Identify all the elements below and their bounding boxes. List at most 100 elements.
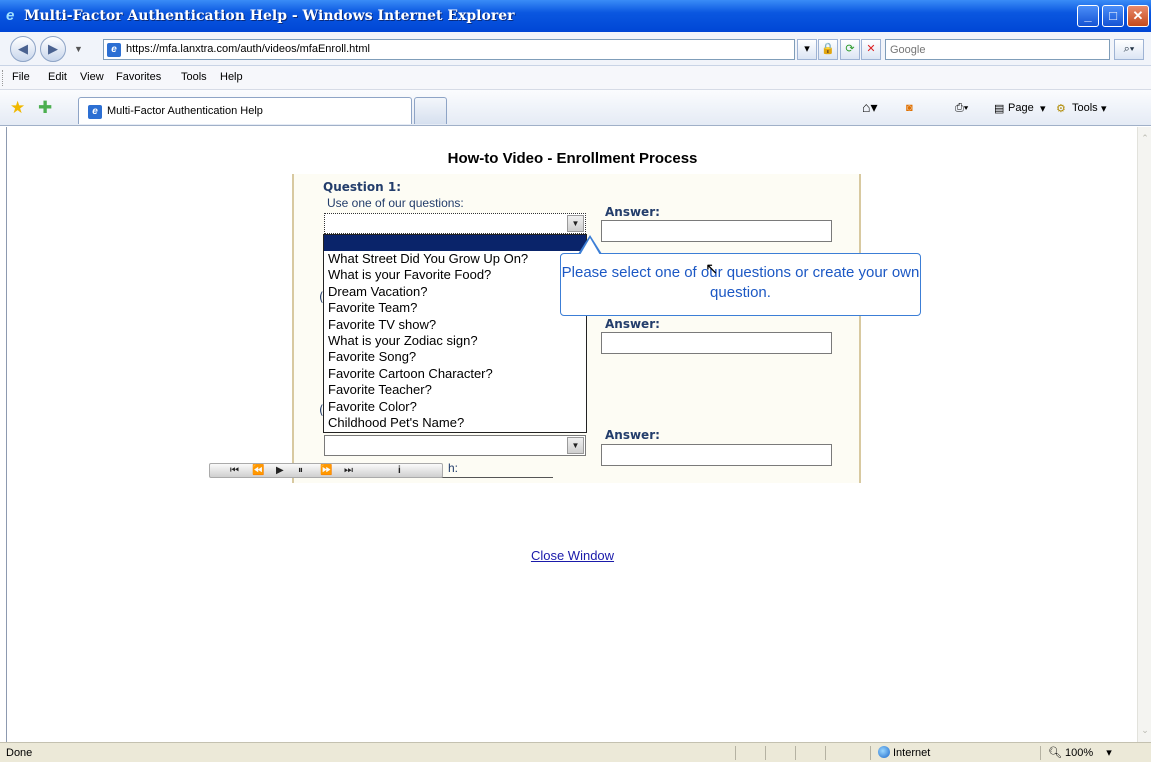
zoom-icon: 🔍︎	[1048, 747, 1062, 759]
answer1-field[interactable]	[601, 220, 832, 242]
add-favorites-icon[interactable]: ✚	[38, 98, 52, 118]
rewind-icon[interactable]: ⏪	[252, 464, 264, 477]
answer2-field[interactable]	[601, 332, 832, 354]
status-separator	[765, 746, 766, 760]
dropdown-option[interactable]: Favorite Color?	[324, 399, 586, 415]
ie-logo-icon: e	[6, 7, 15, 24]
help-tooltip: Please select one of our questions or cr…	[560, 253, 921, 316]
dropdown-option[interactable]: What Street Did You Grow Up On?	[324, 251, 586, 267]
zone-label: Internet	[893, 747, 931, 759]
toolbar-grip	[2, 70, 5, 86]
skip-forward-icon[interactable]: ⏭	[344, 464, 353, 477]
dropdown-option[interactable]: Favorite Team?	[324, 300, 586, 316]
mouse-cursor-icon: ↖	[705, 261, 719, 278]
scroll-down-icon[interactable]: ⌄	[1140, 725, 1150, 735]
chevron-down-icon[interactable]: ▼	[567, 437, 584, 454]
search-input[interactable]	[890, 41, 1090, 59]
menu-bar: File Edit View Favorites Tools Help	[0, 66, 1151, 90]
page-icon: e	[107, 43, 121, 57]
security-zone[interactable]: Internet	[878, 746, 930, 759]
tab-label: Multi-Factor Authentication Help	[107, 105, 263, 117]
page-content: How-to Video - Enrollment Process Questi…	[6, 127, 1137, 742]
menu-help[interactable]: Help	[220, 71, 243, 83]
lock-icon[interactable]: 🔒	[818, 39, 838, 60]
answer3-field[interactable]	[601, 444, 832, 466]
page-menu-chevron-icon[interactable]: ▾	[1040, 102, 1046, 115]
tooltip-tail-inner	[580, 238, 600, 255]
tab-page-icon: e	[88, 105, 102, 119]
dropdown-option[interactable]: Favorite Teacher?	[324, 382, 586, 398]
tab-bar: ★ ✚ e Multi-Factor Authentication Help ⌂…	[0, 90, 1151, 126]
answer2-label: Answer:	[605, 317, 660, 331]
status-text: Done	[6, 747, 33, 759]
page-title: How-to Video - Enrollment Process	[447, 150, 698, 167]
minimize-button[interactable]: _	[1077, 5, 1099, 27]
print-icon[interactable]: ⎙▾	[955, 102, 968, 115]
question1-label: Question 1:	[323, 180, 401, 194]
menu-view[interactable]: View	[80, 71, 104, 83]
address-text: https://mfa.lanxtra.com/auth/videos/mfaE…	[126, 43, 370, 55]
title-bar: e Multi-Factor Authentication Help - Win…	[0, 0, 1151, 32]
zoom-level[interactable]: 🔍︎ 100% ▾	[1048, 746, 1112, 759]
dropdown-option[interactable]: Favorite Song?	[324, 349, 586, 365]
status-bar: Done Internet 🔍︎ 100% ▾	[0, 742, 1151, 762]
tools-menu-chevron-icon[interactable]: ▾	[1101, 102, 1107, 115]
maximize-button[interactable]: □	[1102, 5, 1124, 27]
page-menu[interactable]: Page	[1008, 102, 1034, 114]
answer3-label: Answer:	[605, 428, 660, 442]
status-separator	[795, 746, 796, 760]
question1-sub-label: Use one of our questions:	[327, 196, 464, 210]
fast-forward-icon[interactable]: ⏩	[320, 464, 332, 477]
refresh-icon[interactable]: ⟳	[840, 39, 860, 60]
chevron-down-icon[interactable]: ▼	[567, 215, 584, 232]
answer1-label: Answer:	[605, 205, 660, 219]
back-button[interactable]: ◀	[10, 36, 36, 62]
info-icon[interactable]: i	[398, 464, 401, 477]
menu-file[interactable]: File	[12, 71, 30, 83]
scroll-up-icon[interactable]: ⌃	[1140, 133, 1150, 143]
dropdown-option[interactable]: Dream Vacation?	[324, 284, 586, 300]
dropdown-highlighted-option[interactable]	[324, 235, 586, 251]
menu-edit[interactable]: Edit	[48, 71, 67, 83]
question3-select[interactable]: ▼	[324, 435, 586, 456]
zoom-value: 100%	[1065, 747, 1094, 759]
question-dropdown-list[interactable]: What Street Did You Grow Up On? What is …	[323, 234, 587, 433]
search-icon[interactable]: ⌕▾	[1114, 39, 1144, 60]
vertical-scrollbar[interactable]: ⌃ ⌄	[1137, 127, 1151, 742]
status-separator	[1040, 746, 1041, 760]
skip-back-icon[interactable]: ⏮	[230, 464, 239, 477]
status-separator	[825, 746, 826, 760]
search-box[interactable]	[885, 39, 1110, 60]
dropdown-option[interactable]: Childhood Pet's Name?	[324, 415, 586, 431]
address-field[interactable]: e https://mfa.lanxtra.com/auth/videos/mf…	[103, 39, 795, 60]
address-toolbar: ◀ ▶ ▼ e https://mfa.lanxtra.com/auth/vid…	[0, 32, 1151, 66]
new-tab-button[interactable]	[414, 97, 447, 124]
favorites-center-icon[interactable]: ★	[10, 98, 25, 118]
dropdown-option[interactable]: What is your Zodiac sign?	[324, 333, 586, 349]
tab-active[interactable]: e Multi-Factor Authentication Help	[78, 97, 412, 124]
feeds-icon[interactable]: ◙	[906, 102, 913, 114]
window-title: Multi-Factor Authentication Help - Windo…	[24, 8, 515, 24]
pause-icon[interactable]: ⏸	[298, 464, 303, 477]
question1-select[interactable]: ▼	[324, 213, 586, 234]
home-icon[interactable]: ⌂▾	[862, 99, 877, 116]
menu-tools[interactable]: Tools	[181, 71, 207, 83]
menu-favorites[interactable]: Favorites	[116, 71, 161, 83]
dropdown-option[interactable]: Favorite Cartoon Character?	[324, 366, 586, 382]
close-window-link[interactable]: Close Window	[7, 548, 1138, 563]
stop-icon[interactable]: ✕	[861, 39, 881, 60]
forward-button[interactable]: ▶	[40, 36, 66, 62]
page-menu-icon[interactable]: ▤	[994, 102, 1004, 115]
close-button[interactable]: ✕	[1127, 5, 1149, 27]
tools-menu[interactable]: Tools	[1072, 102, 1098, 114]
status-separator	[735, 746, 736, 760]
gear-icon[interactable]: ⚙	[1056, 102, 1066, 115]
address-dropdown-icon[interactable]: ▾	[797, 39, 817, 60]
dropdown-option[interactable]: Favorite TV show?	[324, 317, 586, 333]
play-icon[interactable]: ▶	[276, 464, 284, 477]
video-player-controls: ⏮ ⏪ ▶ ⏸ ⏩ ⏭ i	[209, 463, 443, 478]
dropdown-option[interactable]: What is your Favorite Food?	[324, 267, 586, 283]
recent-pages-icon[interactable]: ▼	[74, 44, 83, 54]
zoom-chevron-icon[interactable]: ▾	[1106, 747, 1112, 759]
status-separator	[870, 746, 871, 760]
